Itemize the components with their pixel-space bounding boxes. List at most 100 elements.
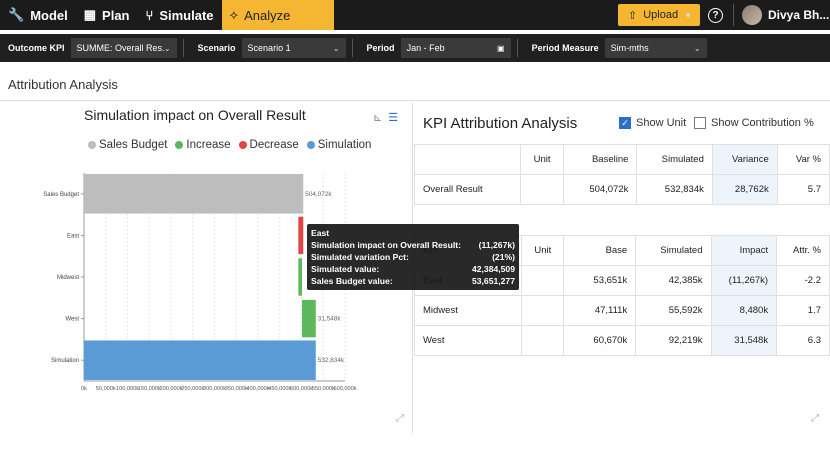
tooltip-value: 42,384,509	[471, 264, 515, 274]
top-nav: 🔧 Model ▦ Plan ⑂ Simulate ⟡ Analyze ⇧ Up…	[0, 0, 830, 30]
branch-icon: ⑂	[145, 7, 154, 23]
table-cell	[521, 295, 565, 326]
table-cell: West	[413, 325, 523, 356]
tooltip-value: (21%)	[492, 252, 515, 262]
chevron-down-icon: ⌄	[163, 43, 171, 53]
legend-item-decrease[interactable]: Decrease	[238, 139, 299, 151]
x-tick-label: 400,000k	[246, 386, 269, 392]
table-cell: 6.3	[776, 325, 830, 356]
attribution-table-header-cell: Unit	[521, 235, 565, 266]
chart-type-icon[interactable]: ⊾	[373, 111, 382, 124]
legend-item-simulation[interactable]: Simulation	[306, 139, 372, 151]
checkbox-unchecked-icon	[694, 117, 706, 129]
chart-title: Simulation impact on Overall Result	[84, 107, 306, 123]
expand-icon[interactable]: ⤢	[811, 413, 819, 424]
tooltip-row: Sales Budget value: 53,651,277	[311, 275, 515, 287]
tooltip-label: Simulation impact on Overall Result:	[311, 240, 461, 250]
avatar[interactable]	[742, 5, 762, 25]
table-cell: 532,834k	[636, 174, 713, 205]
variance-table-header-cell: Variance	[711, 144, 778, 175]
filter-divider	[516, 39, 518, 57]
tooltip-label: Sales Budget value:	[311, 276, 393, 286]
y-tick-label: Simulation	[51, 358, 79, 364]
table-cell	[521, 265, 565, 296]
variance-table-header-cell: Baseline	[562, 144, 638, 175]
data-label: 532,834k	[318, 357, 345, 364]
table-row[interactable]: Overall Result 504,072k 532,834k 28,762k 5.7	[413, 174, 830, 205]
show-unit-checkbox[interactable]: ✓ Show Unit	[619, 117, 686, 129]
show-contribution-checkbox[interactable]: Show Contribution %	[694, 117, 814, 129]
legend-label: Decrease	[249, 139, 299, 151]
x-tick-label: 250,000k	[181, 386, 204, 392]
nav-plan[interactable]: ▦ Plan	[76, 0, 138, 30]
tooltip-title-text: East	[311, 228, 330, 238]
y-tick-label: Midwest	[57, 275, 79, 281]
table-row[interactable]: West 60,670k 92,219k 31,548k 6.3	[413, 325, 830, 356]
tooltip-row: Simulation impact on Overall Result: (11,…	[311, 239, 515, 251]
data-label: 504,072k	[305, 191, 332, 198]
table-cell: Overall Result	[413, 174, 522, 205]
bar-west	[302, 299, 316, 338]
legend-label: Simulation	[317, 139, 372, 151]
table-cell	[520, 174, 564, 205]
chevron-down-icon: ⌄	[332, 43, 340, 53]
period-select[interactable]: Jan - Feb ▣	[400, 38, 511, 58]
legend-dot	[238, 141, 247, 149]
upload-button[interactable]: ⇧ Upload ▼	[618, 4, 700, 26]
nav-analyze-label: Analyze	[244, 7, 291, 23]
table-cell: -2.2	[776, 265, 830, 296]
filter-divider	[182, 39, 184, 57]
table-cell: Midwest	[413, 295, 523, 326]
variance-table-header-cell: Unit	[520, 144, 564, 175]
tooltip-value: 53,651,277	[471, 276, 515, 286]
tooltip-value: (11,267k)	[478, 240, 515, 250]
table-icon: ▦	[83, 7, 97, 22]
attribution-table-header-cell: Attr. %	[776, 235, 830, 266]
table-cell: 1.7	[776, 295, 830, 326]
period-measure-select[interactable]: Sim-mths ⌄	[604, 38, 707, 58]
attribution-table-header-cell: Impact	[710, 235, 778, 266]
y-tick-label: Sales Budget	[43, 192, 79, 198]
legend-item-increase[interactable]: Increase	[175, 139, 231, 151]
kpi-title: KPI Attribution Analysis	[423, 115, 578, 132]
nav-analyze[interactable]: ⟡ Analyze	[221, 0, 334, 30]
filter-divider	[351, 39, 353, 57]
x-tick-label: 300,000k	[203, 386, 226, 392]
tooltip-row: Simulated value: 42,384,509	[311, 263, 515, 275]
user-name[interactable]: Divya Bh...	[768, 8, 830, 22]
nav-model[interactable]: 🔧 Model	[0, 0, 76, 30]
outcome-kpi-value: SUMME: Overall Res...	[76, 43, 164, 53]
table-cell: 5.7	[776, 174, 830, 205]
chart-legend: Sales Budget Increase Decrease Simulatio…	[88, 139, 371, 151]
chevron-down-icon: ▼	[684, 10, 692, 20]
x-tick-label: 550,000k	[312, 386, 335, 392]
scenario-select[interactable]: Scenario 1 ⌄	[241, 38, 346, 58]
tooltip-title: East	[311, 227, 515, 239]
table-cell: 8,480k	[710, 295, 778, 326]
bar-simulation	[84, 340, 316, 380]
expand-icon[interactable]: ⤢	[396, 413, 404, 424]
x-tick-label: 350,000k	[225, 386, 248, 392]
table-cell: 55,592k	[635, 295, 712, 326]
variance-table-header-row: Unit Baseline Simulated Variance Var %	[413, 144, 830, 175]
waterfall-chart: 0k 50,000k 100,000k150,000k200,000k250,000…	[43, 173, 357, 392]
table-row[interactable]: Midwest 47,111k 55,592k 8,480k 1.7	[413, 295, 830, 326]
table-cell: 92,219k	[635, 325, 712, 356]
table-cell: 504,072k	[562, 174, 638, 205]
table-cell	[521, 325, 565, 356]
upload-label: Upload	[643, 9, 679, 21]
wrench-icon: 🔧	[8, 7, 25, 22]
table-cell: (11,267k)	[710, 265, 778, 296]
period-value: Jan - Feb	[406, 43, 445, 53]
section-title: Attribution Analysis	[8, 77, 118, 92]
nav-model-label: Model	[30, 7, 68, 23]
table-cell: 28,762k	[711, 174, 778, 205]
filter-icon[interactable]: ☰	[388, 111, 398, 124]
legend-item-sales-budget[interactable]: Sales Budget	[88, 139, 167, 151]
outcome-kpi-select[interactable]: SUMME: Overall Res... ⌄	[70, 38, 177, 58]
filter-bar: Outcome KPI SUMME: Overall Res... ⌄ Scen…	[0, 34, 830, 62]
legend-dot	[88, 141, 96, 149]
help-icon[interactable]: ?	[708, 7, 723, 23]
nav-simulate[interactable]: ⑂ Simulate	[138, 0, 222, 30]
y-tick-label: West	[65, 317, 79, 323]
